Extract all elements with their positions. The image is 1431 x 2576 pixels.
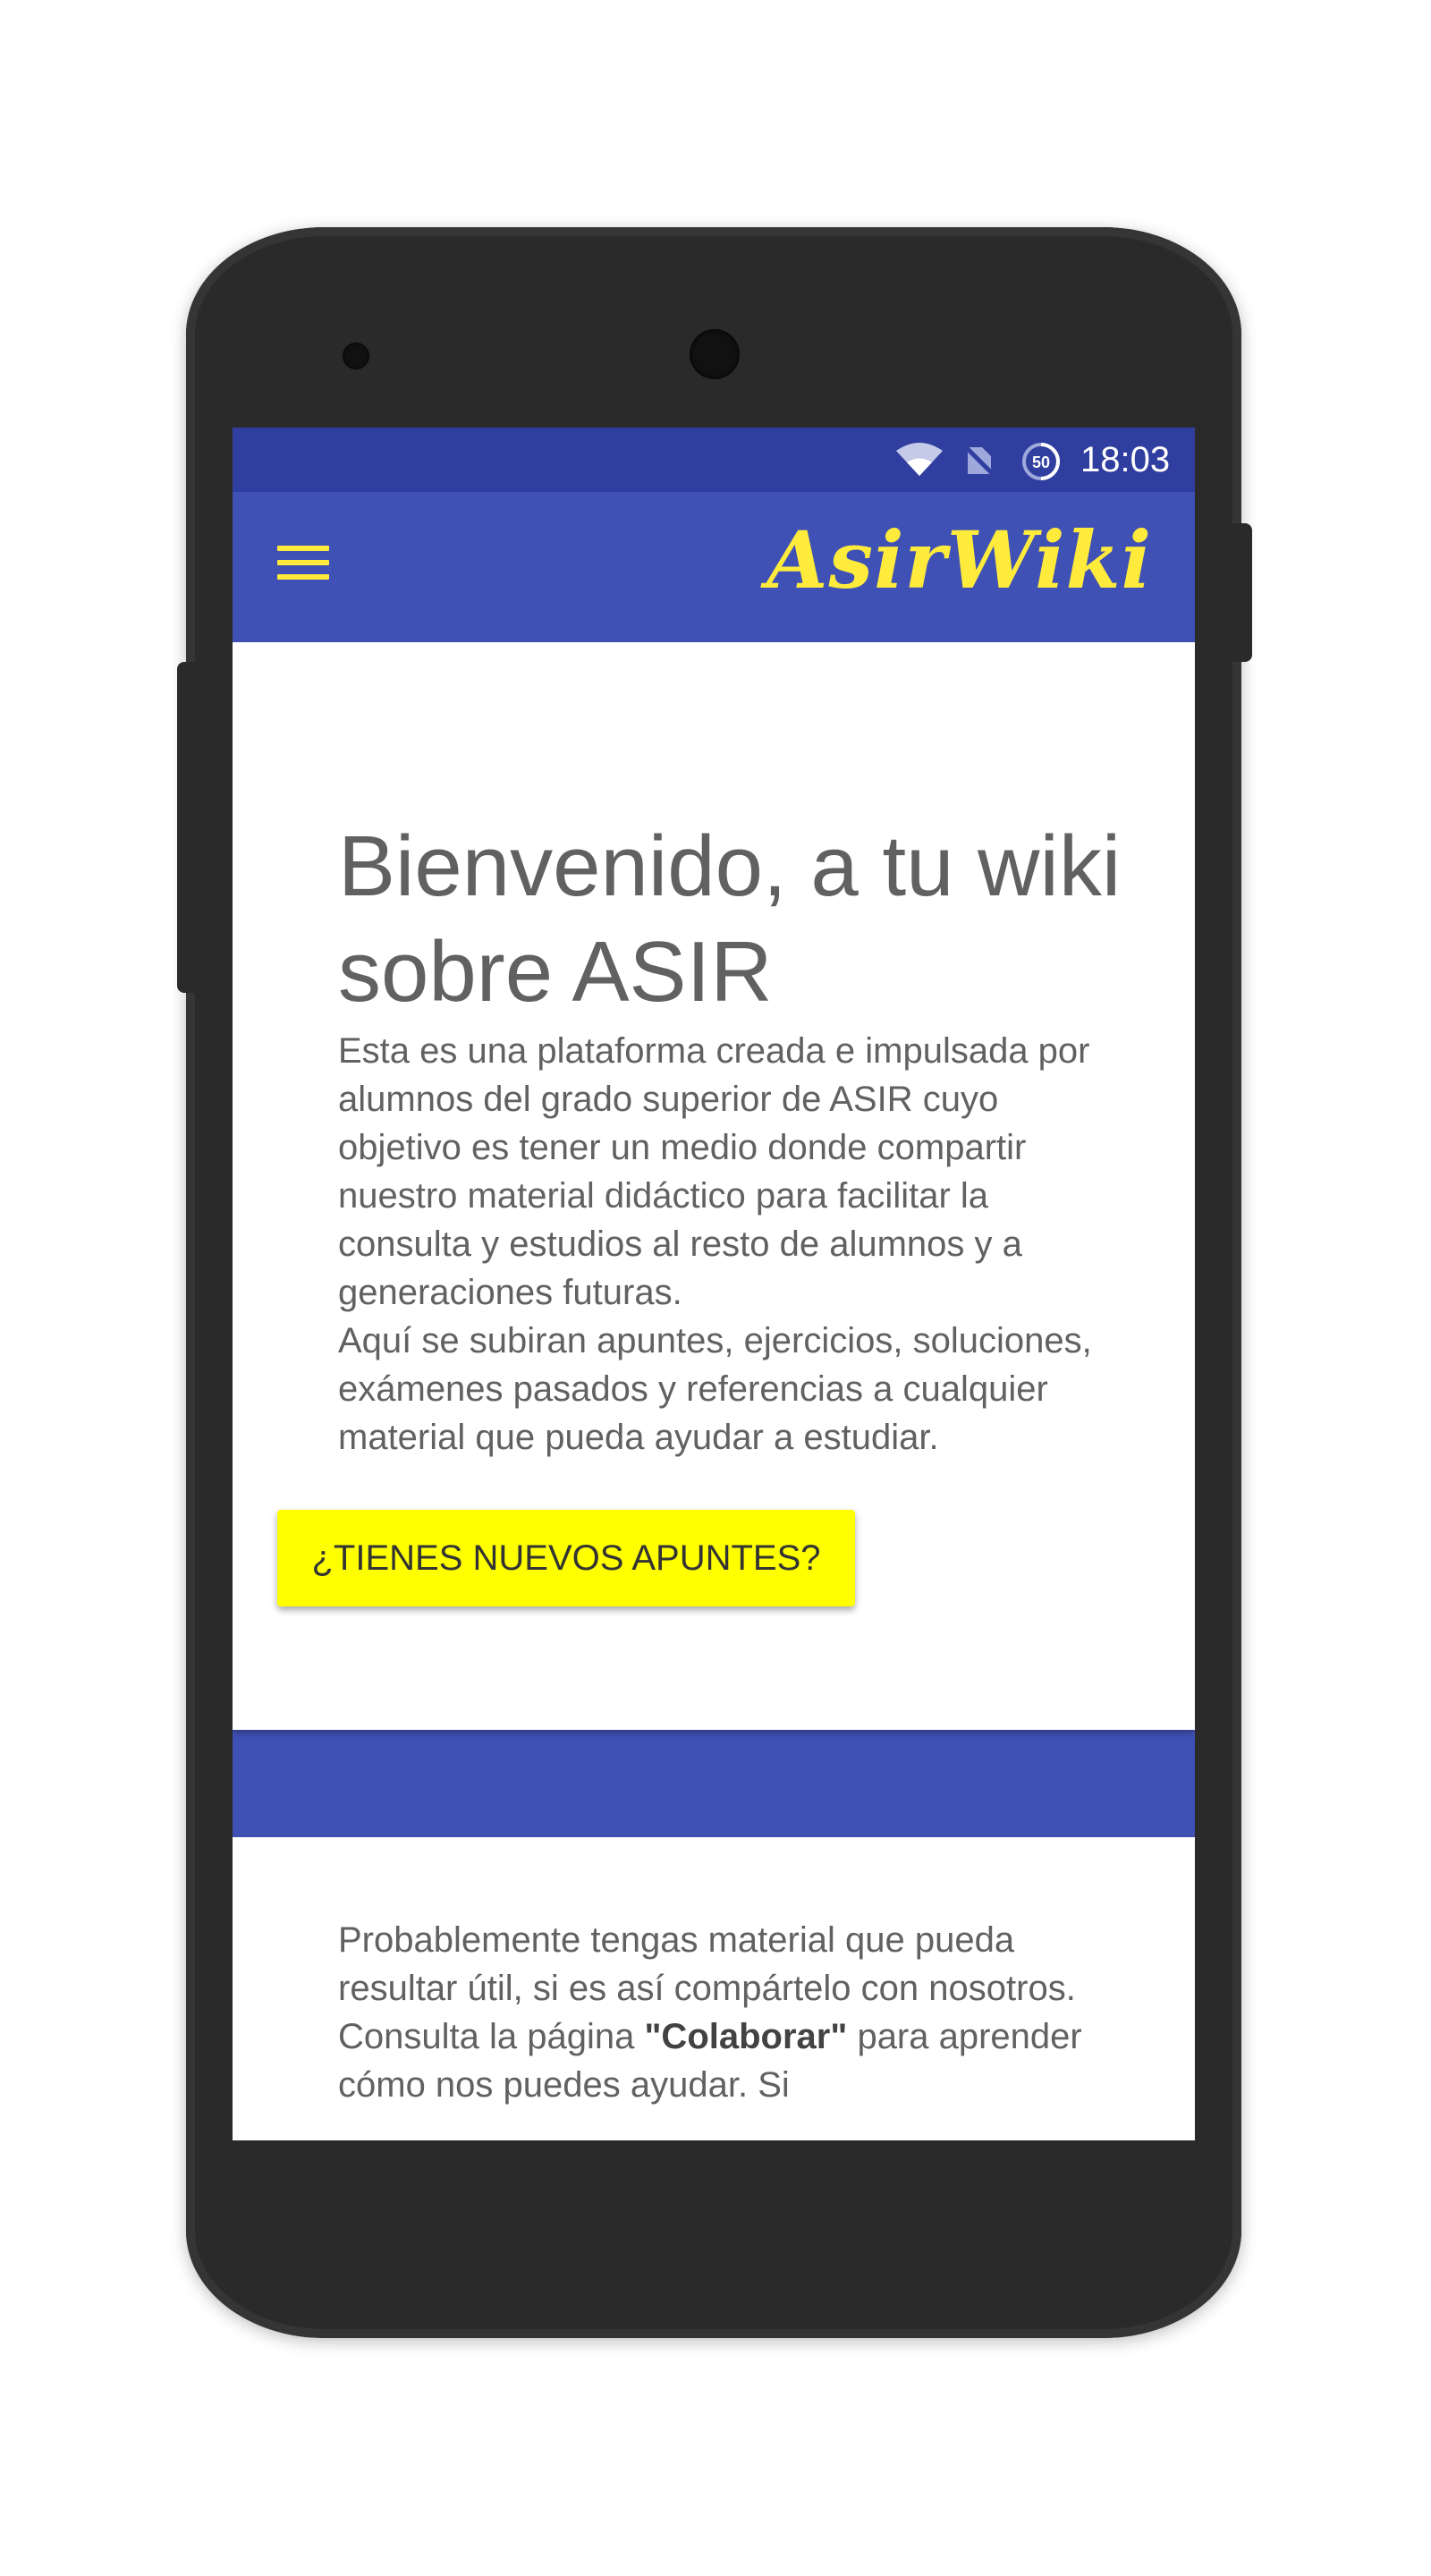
collaborate-link[interactable]: "Colaborar" <box>644 2017 847 2056</box>
phone-volume-button <box>177 662 197 993</box>
collaborate-card: Probablemente tengas material que pueda … <box>233 1837 1195 2140</box>
battery-level-text: 50 <box>1032 453 1050 471</box>
battery-icon: 50 <box>1020 442 1063 485</box>
welcome-title: Bienvenido, a tu wiki sobre ASIR <box>338 818 1122 1020</box>
app-bar: AsirWiki <box>233 492 1195 642</box>
intro-paragraph: Esta es una plataforma creada e impulsad… <box>338 1031 1090 1312</box>
status-bar: 50 18:03 <box>233 428 1195 492</box>
phone-sensor <box>343 343 369 369</box>
hamburger-menu-icon[interactable] <box>277 546 329 585</box>
no-sim-icon <box>961 442 996 481</box>
phone-camera <box>690 329 740 379</box>
status-time: 18:03 <box>1080 440 1171 479</box>
new-notes-button[interactable]: ¿TIENES NUEVOS APUNTES? <box>277 1510 855 1606</box>
phone-power-button <box>1232 523 1252 662</box>
app-logo[interactable]: AsirWiki <box>766 515 1152 605</box>
screen: 50 18:03 AsirWiki Bienvenido, a tu wiki … <box>233 428 1195 2140</box>
wifi-icon <box>894 442 944 481</box>
content-paragraph: Aquí se subiran apuntes, ejercicios, sol… <box>338 1321 1092 1457</box>
collaborate-paragraph: Probablemente tengas material que pueda … <box>338 1916 1107 2109</box>
